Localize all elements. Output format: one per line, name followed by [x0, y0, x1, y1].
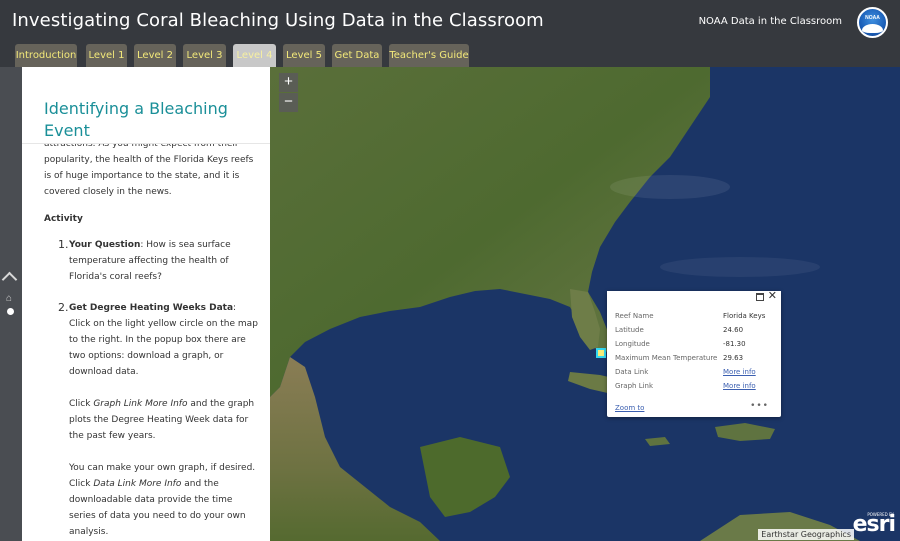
list-item: 1. Your Question: How is sea surface tem… [44, 237, 260, 285]
data-link-more-info[interactable]: More info [723, 368, 756, 376]
activity-heading: Activity [44, 214, 83, 224]
satellite-basemap [270, 67, 900, 541]
text-fragment: Click [69, 399, 94, 409]
item-text: : Click on the light yellow circle on th… [69, 303, 258, 377]
esri-logo[interactable]: esri [853, 512, 896, 537]
popup-header [607, 291, 781, 303]
page-title: Investigating Coral Bleaching Using Data… [12, 10, 544, 31]
tab-level-2[interactable]: Level 2 [134, 44, 176, 67]
list-number: 2. [58, 301, 69, 314]
data-link-reference: Data Link More Info [93, 479, 182, 489]
item-bold-label: Get Degree Heating Weeks Data [69, 303, 234, 313]
map-attribution: Earthstar Geographics [758, 529, 854, 540]
activity-list: 1. Your Question: How is sea surface tem… [44, 237, 260, 540]
data-instructions: You can make your own graph, if desired.… [69, 460, 260, 540]
tab-level-4[interactable]: Level 4 [233, 44, 276, 67]
popup-label: Reef Name [615, 312, 654, 320]
app-header: Investigating Coral Bleaching Using Data… [0, 0, 900, 42]
zoom-out-button[interactable]: − [279, 93, 298, 112]
zoom-to-link[interactable]: Zoom to [615, 404, 644, 412]
graph-instructions: Click Graph Link More Info and the graph… [69, 396, 260, 444]
close-icon[interactable]: ✕ [768, 289, 777, 302]
intro-paragraph: attractions. As you might expect from th… [44, 139, 254, 197]
tab-level-1[interactable]: Level 1 [86, 44, 127, 67]
item-bold-label: Your Question [69, 240, 141, 250]
tab-get-data[interactable]: Get Data [332, 44, 382, 67]
tab-introduction[interactable]: Introduction [15, 44, 77, 67]
tab-teachers-guide[interactable]: Teacher's Guide [389, 44, 469, 67]
reef-popup: ✕ Reef Name Florida Keys Latitude 24.60 … [607, 289, 781, 417]
panel-title: Identifying a Bleaching Event [44, 98, 244, 142]
popup-label: Latitude [615, 326, 644, 334]
popup-value: 24.60 [723, 326, 744, 334]
popup-value: -81.30 [723, 340, 746, 348]
tab-bar: Introduction Level 1 Level 2 Level 3 Lev… [0, 42, 900, 67]
home-icon[interactable]: ⌂ [6, 293, 12, 304]
more-options-icon[interactable]: ••• [750, 401, 769, 411]
popup-label: Maximum Mean Temperature [615, 354, 718, 362]
noaa-bird-icon [862, 24, 883, 33]
popup-label: Graph Link [615, 382, 654, 390]
section-dot-icon[interactable] [7, 308, 14, 315]
chevron-up-icon[interactable] [1, 271, 18, 288]
popup-label: Data Link [615, 368, 649, 376]
list-number: 1. [58, 238, 69, 251]
popup-value: 29.63 [723, 354, 744, 362]
list-item: 2. Get Degree Heating Weeks Data: Click … [44, 300, 260, 540]
map-view[interactable]: + − Earthstar Geographics POWERED BY esr… [270, 67, 900, 541]
noaa-logo-text: NOAA [865, 15, 880, 21]
tab-level-5[interactable]: Level 5 [283, 44, 325, 67]
tab-level-3[interactable]: Level 3 [183, 44, 226, 67]
popup-label: Longitude [615, 340, 650, 348]
graph-link-more-info[interactable]: More info [723, 382, 756, 390]
popup-value: Florida Keys [723, 312, 766, 320]
graph-link-reference: Graph Link More Info [93, 399, 188, 409]
reef-marker[interactable] [596, 348, 606, 358]
navigation-rail: ⌂ [0, 67, 22, 541]
maximize-icon[interactable] [756, 293, 764, 301]
zoom-in-button[interactable]: + [279, 73, 298, 92]
brand-link[interactable]: NOAA Data in the Classroom [699, 16, 842, 27]
story-panel: Identifying a Bleaching Event attraction… [22, 67, 270, 541]
noaa-logo[interactable]: NOAA [857, 7, 888, 38]
panel-content: attractions. As you might expect from th… [44, 136, 260, 540]
